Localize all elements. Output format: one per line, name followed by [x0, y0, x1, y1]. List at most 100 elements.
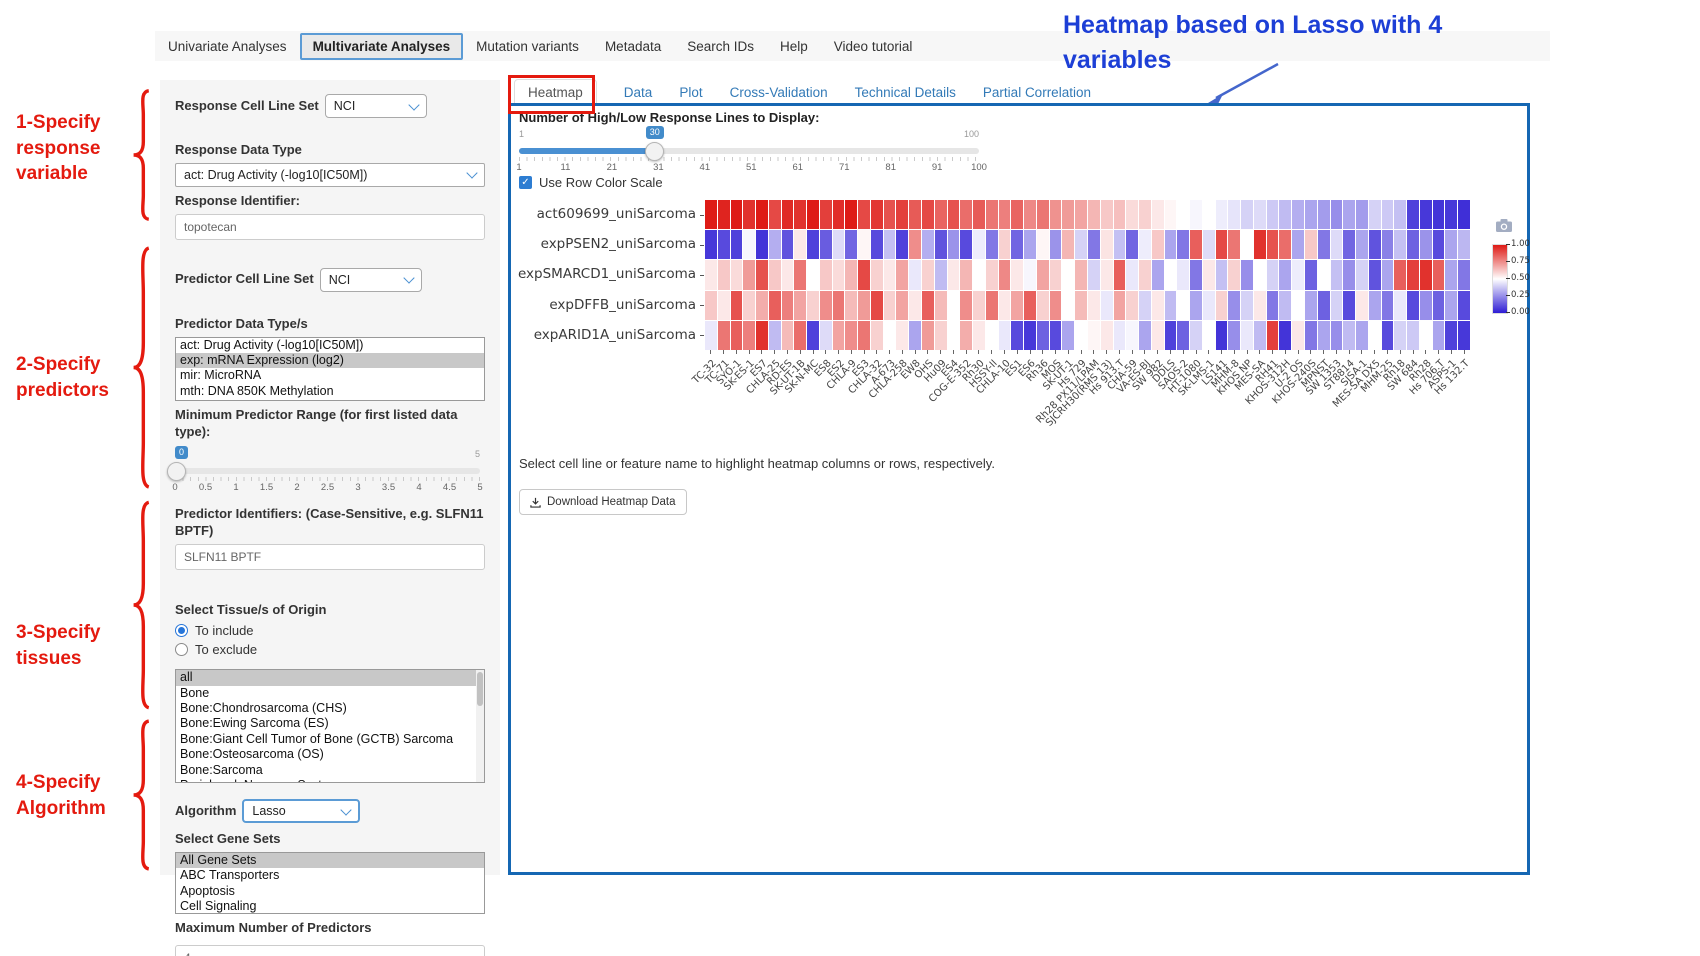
tissue-option-bone-osteosarcoma-os[interactable]: Bone:Osteosarcoma (OS)	[176, 747, 484, 762]
nav-tab-univariate-analyses[interactable]: Univariate Analyses	[155, 34, 300, 59]
nav-tab-video-tutorial[interactable]: Video tutorial	[821, 34, 926, 59]
max-predictors-input[interactable]	[175, 945, 485, 956]
gene-set-option-all-gene-sets[interactable]: All Gene Sets	[176, 853, 484, 868]
tissue-option-bone-sarcoma[interactable]: Bone:Sarcoma	[176, 763, 484, 778]
nav-tab-metadata[interactable]: Metadata	[592, 34, 674, 59]
heatmap-cell	[769, 230, 781, 259]
response-cell-line-set-select[interactable]: NCI	[325, 94, 427, 118]
heatmap-cell	[807, 260, 819, 289]
heatmap-cell	[705, 321, 717, 350]
tab-partial-correlation[interactable]: Partial Correlation	[983, 85, 1091, 100]
slider-handle[interactable]	[167, 462, 186, 481]
predictor-type-option-mth-dna-850k-methylation[interactable]: mth: DNA 850K Methylation	[176, 384, 484, 399]
min-predictor-range-slider[interactable]: 5000.511.522.533.544.55	[175, 444, 480, 496]
x-axis-tick	[1247, 350, 1248, 354]
tissue-option-bone-ewing-sarcoma-es[interactable]: Bone:Ewing Sarcoma (ES)	[176, 716, 484, 731]
predictor-cell-line-set-select[interactable]: NCI	[320, 268, 422, 292]
heatmap-cell	[833, 291, 845, 320]
x-axis-tick	[889, 350, 890, 354]
heatmap-cell	[884, 291, 896, 320]
tissue-option-bone[interactable]: Bone	[176, 686, 484, 701]
download-heatmap-button[interactable]: Download Heatmap Data	[519, 489, 687, 515]
heatmap-cell	[1420, 260, 1432, 289]
tissue-include-radio[interactable]: To include	[175, 623, 485, 638]
heatmap-cell	[1037, 260, 1049, 289]
x-axis-tick	[1438, 350, 1439, 354]
checkbox-checked-icon: ✓	[519, 176, 532, 189]
heatmap-cell	[1139, 200, 1151, 229]
x-axis-tick	[825, 350, 826, 354]
nav-tab-help[interactable]: Help	[767, 34, 821, 59]
tissue-option-peripheral-nervous-system[interactable]: Peripheral_Nervous_System	[176, 778, 484, 783]
response-data-type-select[interactable]: act: Drug Activity (-log10[IC50M])	[175, 163, 485, 187]
tissue-exclude-radio[interactable]: To exclude	[175, 642, 485, 657]
predictor-data-types-listbox[interactable]: act: Drug Activity (-log10[IC50M])exp: m…	[175, 337, 485, 401]
tab-plot[interactable]: Plot	[679, 85, 702, 100]
gene-set-option-abc-transporters[interactable]: ABC Transporters	[176, 868, 484, 883]
heatmap-cell	[871, 230, 883, 259]
response-cell-line-set-label: Response Cell Line Set	[175, 98, 319, 115]
heatmap-cell	[820, 200, 832, 229]
heatmap-cell	[1267, 260, 1279, 289]
tab-technical-details[interactable]: Technical Details	[855, 85, 956, 100]
heatmap-cell	[782, 230, 794, 259]
heatmap-cell	[960, 291, 972, 320]
heatmap-cell	[1279, 321, 1291, 350]
heatmap-cell	[1190, 321, 1202, 350]
response-identifier-input[interactable]	[175, 214, 485, 240]
heatmap-cell	[743, 200, 755, 229]
heatmap-cell	[1292, 260, 1304, 289]
slider-min-label: 1	[519, 129, 524, 139]
camera-icon[interactable]	[1495, 218, 1513, 233]
x-axis-tick	[1221, 350, 1222, 354]
heatmap-cell	[1050, 230, 1062, 259]
heatmap-cell	[845, 260, 857, 289]
slider-minor-ticks	[519, 157, 979, 161]
tissue-option-all[interactable]: all	[176, 670, 484, 685]
x-axis-tick	[1387, 350, 1388, 354]
predictor-type-option-act-drug-activity-log10-ic50m[interactable]: act: Drug Activity (-log10[IC50M])	[176, 338, 484, 353]
heatmap-cell	[1088, 200, 1100, 229]
slider-track[interactable]	[175, 468, 480, 474]
predictor-type-option-exp-mrna-expression-log2[interactable]: exp: mRNA Expression (log2)	[176, 353, 484, 368]
heatmap-row-label-exppsen2-unisarcoma[interactable]: expPSEN2_uniSarcoma	[516, 230, 696, 259]
colorbar-tick	[1506, 278, 1510, 279]
tab-heatmap[interactable]: Heatmap	[514, 79, 597, 106]
nav-tab-search-ids[interactable]: Search IDs	[674, 34, 767, 59]
heatmap-cell	[845, 291, 857, 320]
gene-set-option-cell-signaling[interactable]: Cell Signaling	[176, 899, 484, 914]
heatmap-row-label-exparid1a-unisarcoma[interactable]: expARID1A_uniSarcoma	[516, 321, 696, 350]
heatmap-row-label-act609699-unisarcoma[interactable]: act609699_uniSarcoma	[516, 200, 696, 229]
tab-data[interactable]: Data	[624, 85, 653, 100]
predictor-type-option-mir-microrna[interactable]: mir: MicroRNA	[176, 368, 484, 383]
heatmap-row-label-expsmarcd1-unisarcoma[interactable]: expSMARCD1_uniSarcoma	[516, 260, 696, 289]
y-axis-tick	[700, 275, 704, 276]
heatmap-cell	[1024, 200, 1036, 229]
heatmap-cell	[1420, 291, 1432, 320]
scrollbar[interactable]	[476, 670, 484, 782]
display-lines-slider[interactable]: 1100301112131415161718191100	[519, 124, 979, 176]
heatmap-cell	[1343, 230, 1355, 259]
nav-tab-multivariate-analyses[interactable]: Multivariate Analyses	[300, 33, 464, 60]
heatmap-row-label-expdffb-unisarcoma[interactable]: expDFFB_uniSarcoma	[516, 291, 696, 320]
x-axis-tick	[1336, 350, 1337, 354]
predictor-identifiers-input[interactable]	[175, 544, 485, 570]
heatmap-cell	[999, 291, 1011, 320]
algorithm-select[interactable]: Lasso	[242, 799, 360, 823]
nav-tab-mutation-variants[interactable]: Mutation variants	[463, 34, 592, 59]
heatmap-cell	[1152, 260, 1164, 289]
row-color-scale-checkbox[interactable]: ✓ Use Row Color Scale	[519, 175, 663, 190]
heatmap-cell	[1062, 230, 1074, 259]
heatmap-cell	[731, 260, 743, 289]
tissues-listbox[interactable]: allBoneBone:Chondrosarcoma (CHS)Bone:Ewi…	[175, 669, 485, 783]
gene-set-option-apoptosis[interactable]: Apoptosis	[176, 884, 484, 899]
x-axis-tick	[851, 350, 852, 354]
heatmap-cell	[1445, 230, 1457, 259]
tab-cross-validation[interactable]: Cross-Validation	[730, 85, 828, 100]
x-axis-tick	[927, 350, 928, 354]
x-axis-tick	[800, 350, 801, 354]
tissue-option-bone-chondrosarcoma-chs[interactable]: Bone:Chondrosarcoma (CHS)	[176, 701, 484, 716]
x-axis-tick	[1349, 350, 1350, 354]
gene-sets-listbox[interactable]: All Gene SetsABC TransportersApoptosisCe…	[175, 852, 485, 914]
tissue-option-bone-giant-cell-tumor-of-bone-gctb-sarcoma[interactable]: Bone:Giant Cell Tumor of Bone (GCTB) Sar…	[176, 732, 484, 747]
